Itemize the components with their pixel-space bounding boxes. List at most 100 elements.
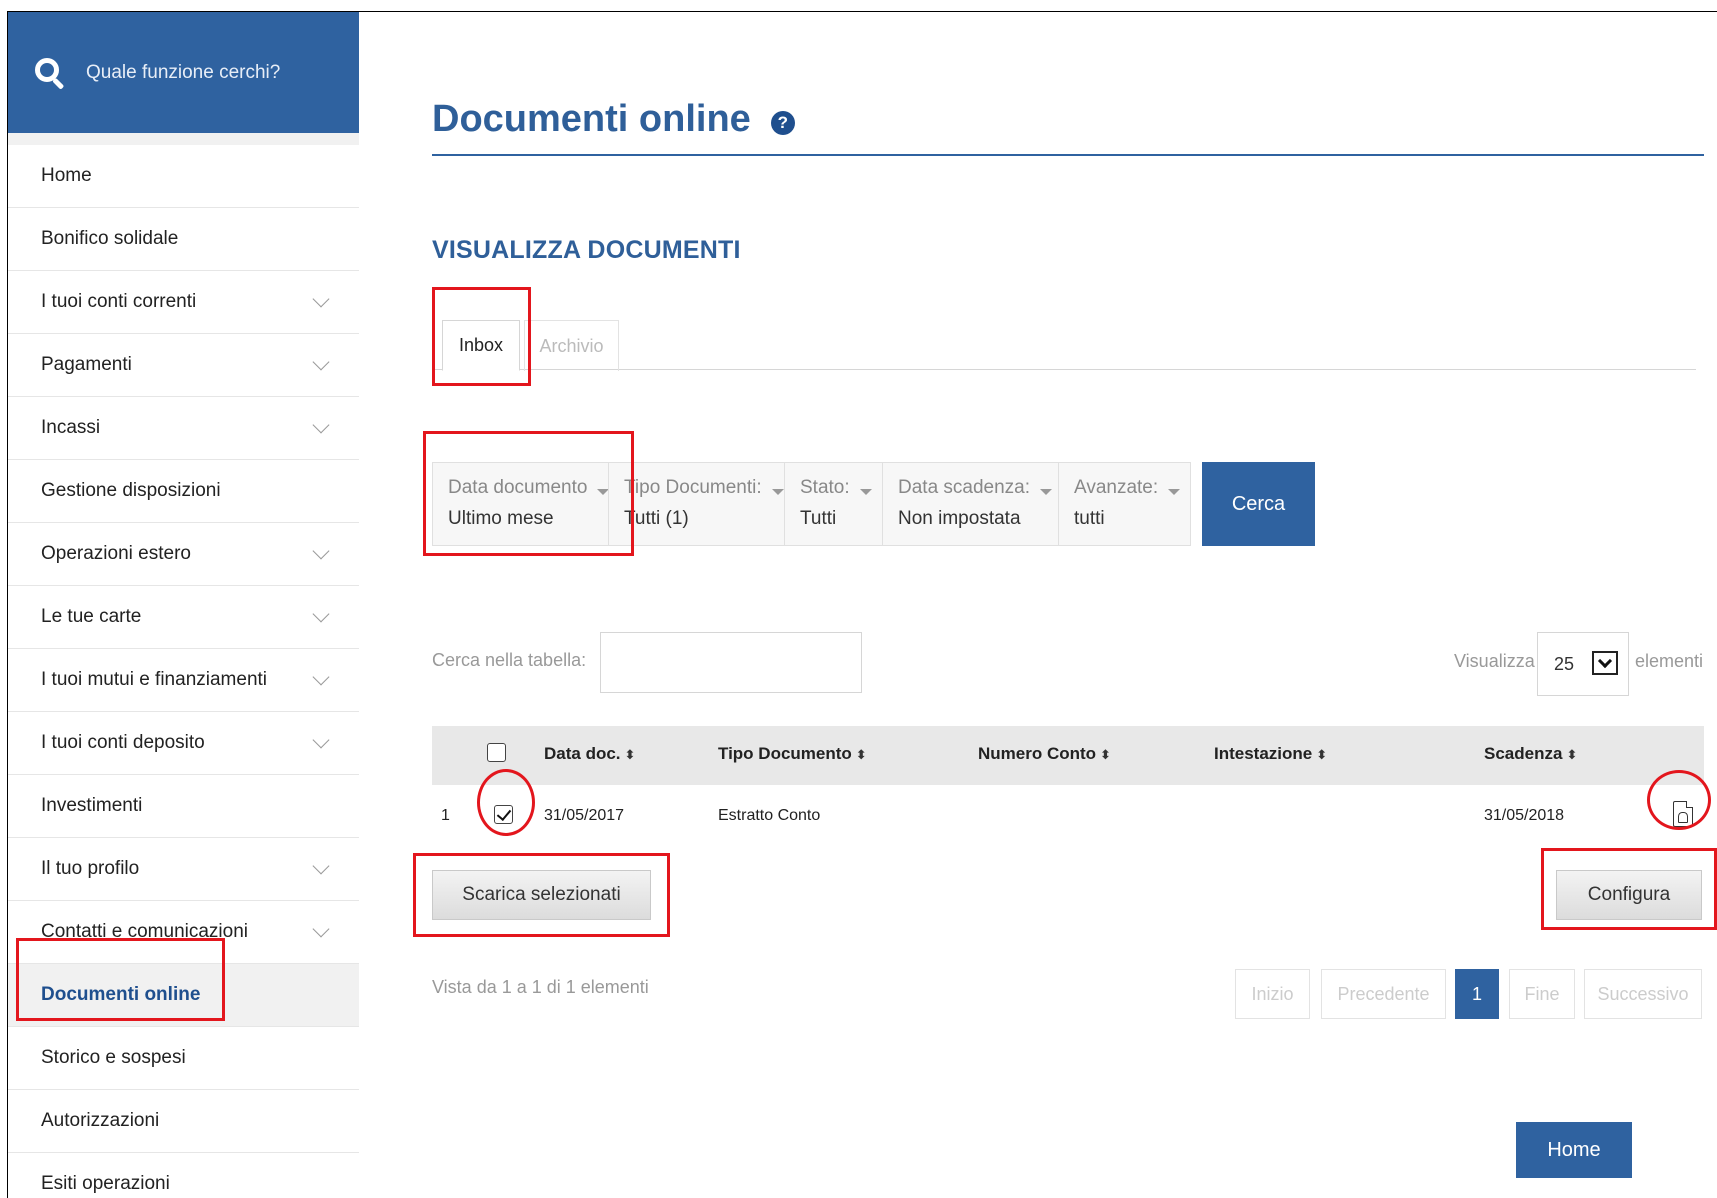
- sidebar-item-5[interactable]: Gestione disposizioni: [8, 460, 359, 523]
- chevron-down-icon: [312, 605, 330, 623]
- caret-down-icon: [859, 489, 872, 495]
- sidebar-item-13[interactable]: Documenti online: [8, 964, 359, 1027]
- page-size-select[interactable]: 25: [1537, 632, 1629, 696]
- pagination-last[interactable]: Fine: [1509, 969, 1575, 1019]
- table-info: Vista da 1 a 1 di 1 elementi: [432, 977, 649, 997]
- sidebar-item-9[interactable]: I tuoi conti deposito: [8, 712, 359, 775]
- sidebar-item-12[interactable]: Contatti e comunicazioni: [8, 901, 359, 964]
- chevron-down-icon: [312, 353, 330, 371]
- sidebar-item-15[interactable]: Autorizzazioni: [8, 1090, 359, 1153]
- configure-button[interactable]: Configura: [1556, 870, 1702, 920]
- column-header-tipo-documento[interactable]: Tipo Documento ⬍: [718, 744, 867, 764]
- download-selected-button[interactable]: Scarica selezionati: [432, 870, 651, 920]
- sidebar-item-label: I tuoi mutui e finanziamenti: [41, 669, 268, 690]
- section-title: VISUALIZZA DOCUMENTI: [432, 236, 741, 264]
- pagination-previous[interactable]: Precedente: [1321, 969, 1446, 1019]
- filter-label: Data scadenza:: [898, 477, 1031, 498]
- chevron-down-icon: [312, 920, 330, 938]
- sort-icon: ⬍: [1316, 747, 1328, 762]
- filter-data-scadenza[interactable]: Data scadenza: Non impostata: [882, 462, 1059, 546]
- sidebar-item-label: Esiti operazioni: [41, 1173, 170, 1194]
- sidebar-item-label: Documenti online: [41, 984, 201, 1005]
- pdf-download-icon[interactable]: [1673, 801, 1693, 827]
- pagination-first[interactable]: Inizio: [1235, 969, 1310, 1019]
- sidebar-item-8[interactable]: I tuoi mutui e finanziamenti: [8, 649, 359, 712]
- sidebar-menu: Home Bonifico solidale I tuoi conti corren…: [8, 145, 359, 1198]
- filter-label: Tipo Documenti:: [624, 477, 762, 498]
- page-title-text: Documenti online: [432, 98, 751, 140]
- sidebar-item-label: Contatti e comunicazioni: [41, 921, 248, 942]
- sidebar-item-label: Storico e sospesi: [41, 1047, 186, 1068]
- row-index: 1: [441, 807, 450, 824]
- sidebar-item-7[interactable]: Le tue carte: [8, 586, 359, 649]
- sidebar-item-label: I tuoi conti deposito: [41, 732, 205, 753]
- column-header-intestazione[interactable]: Intestazione ⬍: [1214, 744, 1327, 764]
- help-icon[interactable]: ?: [770, 110, 795, 135]
- pagination-next[interactable]: Successivo: [1584, 969, 1702, 1019]
- chevron-down-icon: [312, 290, 330, 308]
- filter-tipo-documenti[interactable]: Tipo Documenti: Tutti (1): [608, 462, 785, 546]
- caret-down-icon: [1168, 489, 1181, 495]
- filter-bar: Data documento Ultimo mese Tipo Document…: [432, 462, 1315, 546]
- function-search[interactable]: Quale funzione cerchi?: [8, 12, 359, 133]
- search-icon: [32, 55, 68, 91]
- filter-value: Non impostata: [898, 508, 1021, 529]
- caret-down-icon: [771, 489, 784, 495]
- sidebar-item-14[interactable]: Storico e sospesi: [8, 1027, 359, 1090]
- sort-icon: ⬍: [855, 747, 867, 762]
- sidebar-item-0[interactable]: Home: [8, 145, 359, 208]
- table-header: Data doc. ⬍ Tipo Documento ⬍ Numero Conto ⬍…: [432, 726, 1704, 785]
- table-row: 1 31/05/2017 Estratto Conto 31/05/2018: [432, 785, 1704, 845]
- sidebar-item-label: Incassi: [41, 417, 101, 438]
- filter-label: Stato:: [800, 477, 850, 498]
- sort-icon: ⬍: [1100, 747, 1111, 762]
- home-button[interactable]: Home: [1516, 1122, 1632, 1178]
- sidebar-item-label: Home: [41, 165, 92, 186]
- chevron-down-icon: [312, 731, 330, 749]
- document-tabs: Inbox Archivio: [432, 308, 1696, 371]
- sidebar-item-3[interactable]: Pagamenti: [8, 334, 359, 397]
- sidebar-item-label: Bonifico solidale: [41, 228, 179, 249]
- sidebar-item-4[interactable]: Incassi: [8, 397, 359, 460]
- cell-tipo-documento: Estratto Conto: [718, 807, 821, 824]
- sidebar-item-label: Pagamenti: [41, 354, 132, 375]
- cell-data-doc: 31/05/2017: [544, 807, 625, 824]
- select-all-checkbox[interactable]: [487, 743, 506, 762]
- page-size-value: 25: [1554, 653, 1575, 674]
- search-button[interactable]: Cerca: [1202, 462, 1315, 546]
- sidebar-item-1[interactable]: Bonifico solidale: [8, 208, 359, 271]
- filter-value: Tutti: [800, 508, 837, 529]
- chevron-down-icon: [312, 416, 330, 434]
- sidebar-item-label: Le tue carte: [41, 606, 142, 627]
- sidebar-item-6[interactable]: Operazioni estero: [8, 523, 359, 586]
- tab-inbox[interactable]: Inbox: [442, 320, 520, 371]
- pagination-page-1[interactable]: 1: [1455, 969, 1499, 1019]
- title-divider: [432, 154, 1704, 156]
- filter-value: Tutti (1): [624, 508, 689, 529]
- table-search-input[interactable]: [600, 632, 862, 693]
- chevron-down-icon: [312, 542, 330, 560]
- sidebar-item-10[interactable]: Investimenti: [8, 775, 359, 838]
- sidebar-item-label: Investimenti: [41, 795, 143, 816]
- filter-avanzate[interactable]: Avanzate: tutti: [1058, 462, 1191, 546]
- filter-label: Data documento: [448, 477, 588, 498]
- row-checkbox[interactable]: [494, 805, 513, 824]
- page-title: Documenti online ?: [432, 98, 795, 141]
- sidebar-item-11[interactable]: Il tuo profilo: [8, 838, 359, 901]
- column-header-scadenza[interactable]: Scadenza ⬍: [1484, 744, 1577, 764]
- sidebar-item-2[interactable]: I tuoi conti correnti: [8, 271, 359, 334]
- column-header-numero-conto[interactable]: Numero Conto ⬍: [978, 744, 1111, 764]
- caret-down-icon: [1040, 489, 1053, 495]
- chevron-down-icon: [312, 857, 330, 875]
- filter-stato[interactable]: Stato: Tutti: [784, 462, 883, 546]
- tab-archivio[interactable]: Archivio: [524, 320, 619, 371]
- column-header-data-doc[interactable]: Data doc. ⬍: [544, 744, 635, 764]
- sidebar-item-16[interactable]: Esiti operazioni: [8, 1153, 359, 1198]
- sidebar-item-label: Operazioni estero: [41, 543, 191, 564]
- filter-data-documento[interactable]: Data documento Ultimo mese: [432, 462, 610, 546]
- sidebar-item-label: I tuoi conti correnti: [41, 291, 197, 312]
- chevron-down-icon: [1592, 651, 1618, 675]
- filter-label: Avanzate:: [1074, 477, 1159, 498]
- sidebar-item-label: Il tuo profilo: [41, 858, 140, 879]
- page-size-suffix: elementi: [1635, 651, 1704, 671]
